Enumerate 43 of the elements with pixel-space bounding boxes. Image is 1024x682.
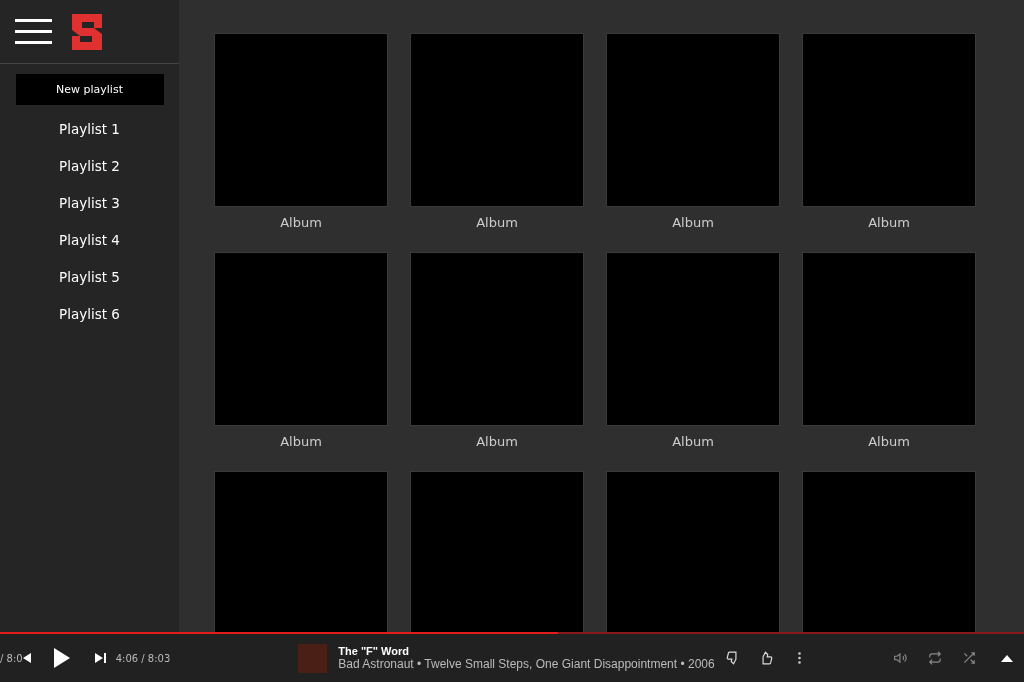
album-cover[interactable] [606,471,780,632]
playlist-link[interactable]: Playlist 1 [59,119,120,139]
volume-icon[interactable] [893,651,908,665]
album-title: Album [280,215,322,231]
repeat-icon[interactable] [927,651,943,665]
album-title: Album [868,434,910,450]
expand-icon[interactable] [1001,654,1013,662]
album-cover[interactable] [410,33,584,207]
album-title: Album [672,215,714,231]
album-cover[interactable] [606,252,780,426]
track-title: The "F" Word [338,645,411,657]
album-thumbnail [298,643,328,673]
album-title: Album [476,434,518,450]
album-title: Album [476,215,518,231]
new-playlist-button[interactable]: New playlist [15,74,164,105]
more-options-icon[interactable] [797,652,801,664]
shuffle-icon[interactable] [961,651,977,665]
album-title: Album [280,434,322,450]
logo-icon [70,11,104,52]
album-cover[interactable] [410,471,584,632]
album-cover[interactable] [802,471,976,632]
next-button[interactable] [94,653,107,663]
album-cover[interactable] [802,33,976,207]
clipped-time: / 8:0 [0,652,23,664]
album-cover[interactable] [214,471,388,632]
album-cover[interactable] [410,252,584,426]
playlist-link[interactable]: Playlist 4 [59,230,120,250]
album-cover[interactable] [214,252,388,426]
playlist-link[interactable]: Playlist 6 [59,304,120,324]
menu-icon[interactable] [15,18,52,45]
playlist-link[interactable]: Playlist 2 [59,156,120,176]
play-button[interactable] [53,648,70,668]
previous-icon[interactable] [22,653,31,663]
track-info: Bad Astronaut • Twelve Small Steps, One Giant Disappointment • 2006 [338,657,715,671]
playlist-link[interactable]: Playlist 5 [59,267,120,287]
album-title: Album [868,215,910,231]
album-cover[interactable] [606,33,780,207]
album-cover[interactable] [214,33,388,207]
thumbs-down-icon[interactable] [725,651,740,665]
album-cover[interactable] [802,252,976,426]
playback-time: 4:06 / 8:03 [115,652,171,664]
album-title: Album [672,434,714,450]
playlist-link[interactable]: Playlist 3 [59,193,120,213]
